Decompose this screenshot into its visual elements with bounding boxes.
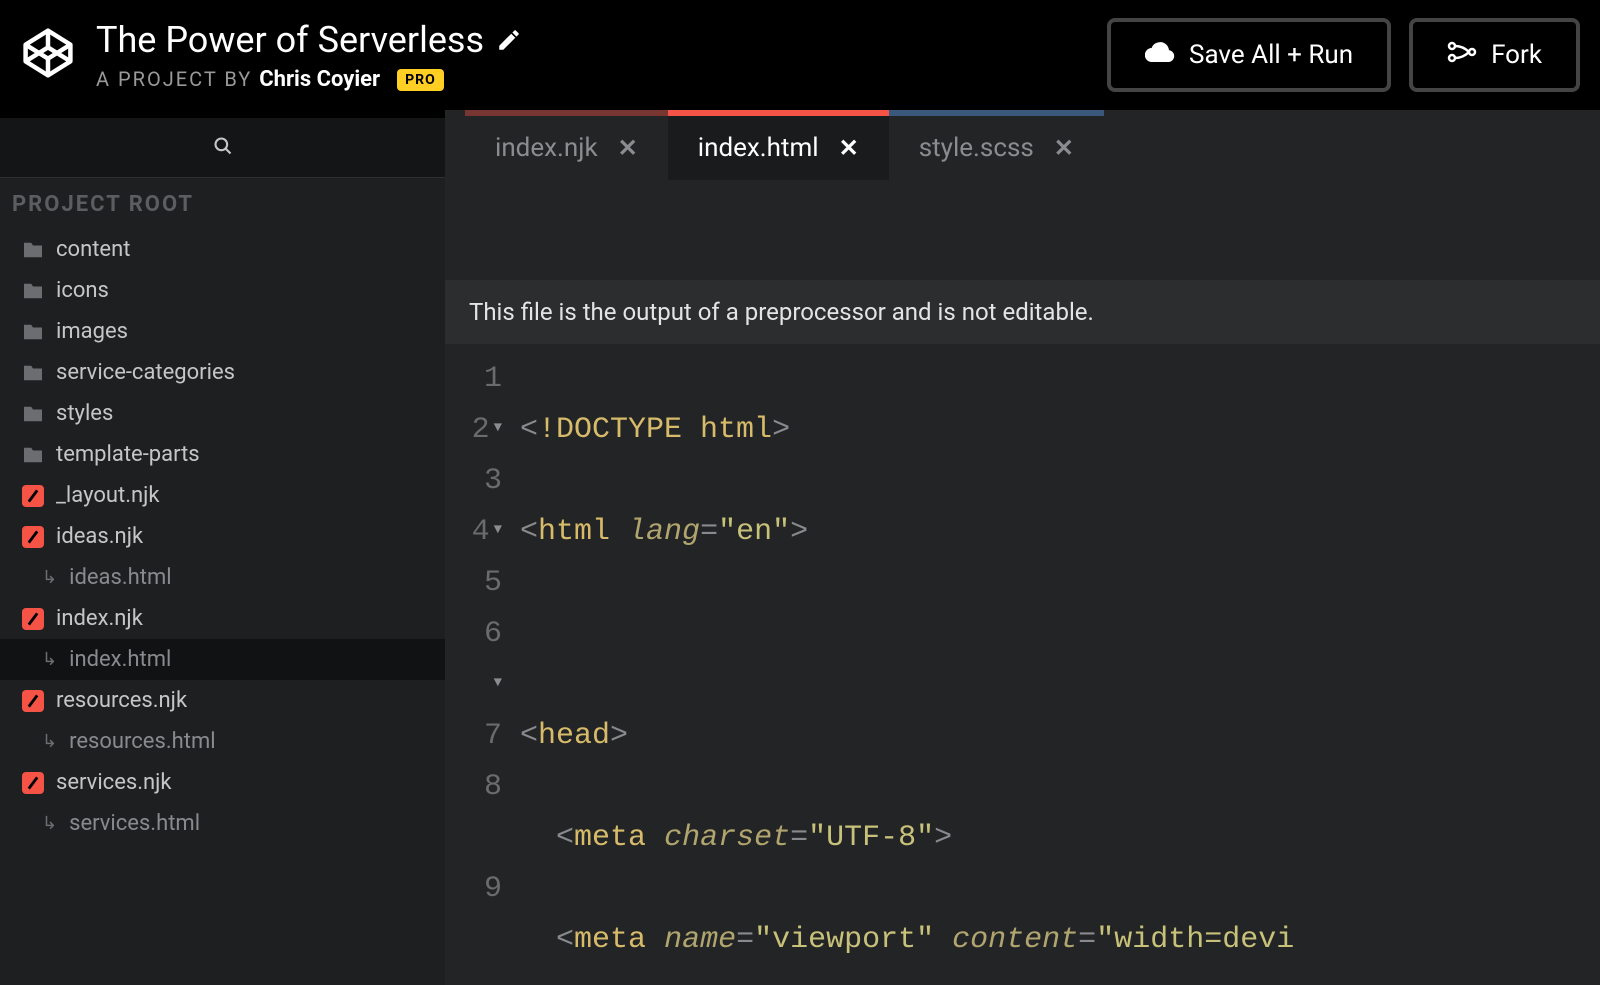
output-arrow-icon: ↳ bbox=[42, 813, 57, 834]
author-link[interactable]: Chris Coyier bbox=[259, 67, 380, 92]
sidebar-search[interactable] bbox=[0, 118, 445, 178]
fold-chevron-icon[interactable]: ▼ bbox=[494, 675, 502, 691]
file-item[interactable]: ideas.njk bbox=[0, 516, 445, 557]
tree-item-label: ideas.njk bbox=[56, 524, 143, 549]
line-number: 4▼ bbox=[445, 507, 502, 558]
output-arrow-icon: ↳ bbox=[42, 567, 57, 588]
nunjucks-file-icon bbox=[22, 772, 44, 794]
code-lines: <<!DOCTYPE html>!DOCTYPE html> <html lan… bbox=[520, 354, 1600, 985]
folder-icon bbox=[22, 405, 44, 423]
editor: index.njk ✕ index.html ✕ style.scss ✕ This fi… bbox=[445, 110, 1600, 985]
tab-label: index.html bbox=[698, 133, 819, 163]
line-number bbox=[445, 915, 502, 966]
nunjucks-file-icon bbox=[22, 485, 44, 507]
save-run-label: Save All + Run bbox=[1189, 40, 1353, 70]
fold-chevron-icon[interactable]: ▼ bbox=[494, 420, 502, 436]
app-header: The Power of Serverless A PROJECT BY Chr… bbox=[0, 0, 1600, 110]
fork-label: Fork bbox=[1491, 40, 1542, 70]
folder-icon bbox=[22, 241, 44, 259]
tree-item-label: service-categories bbox=[56, 360, 235, 385]
folder-item[interactable]: images bbox=[0, 311, 445, 352]
file-tree: content icons images service-categories styl… bbox=[0, 229, 445, 844]
file-item[interactable]: _layout.njk bbox=[0, 475, 445, 516]
folder-item[interactable]: template-parts bbox=[0, 434, 445, 475]
line-number: 6 bbox=[445, 609, 502, 660]
folder-icon bbox=[22, 323, 44, 341]
folder-item[interactable]: icons bbox=[0, 270, 445, 311]
output-file-item[interactable]: ↳ ideas.html bbox=[0, 557, 445, 598]
folder-icon bbox=[22, 446, 44, 464]
tree-item-label: resources.html bbox=[69, 729, 216, 754]
edit-title-icon[interactable] bbox=[496, 27, 522, 53]
readonly-notice: This file is the output of a preprocesso… bbox=[445, 280, 1600, 344]
output-arrow-icon: ↳ bbox=[42, 731, 57, 752]
fork-button[interactable]: Fork bbox=[1409, 18, 1580, 92]
header-actions: Save All + Run Fork bbox=[1107, 18, 1580, 92]
line-number: 1 bbox=[445, 354, 502, 405]
file-item[interactable]: resources.njk bbox=[0, 680, 445, 721]
line-number: 2▼ bbox=[445, 405, 502, 456]
fork-icon bbox=[1447, 40, 1477, 70]
line-number: 5 bbox=[445, 558, 502, 609]
output-file-item[interactable]: ↳ resources.html bbox=[0, 721, 445, 762]
tree-item-label: ideas.html bbox=[69, 565, 172, 590]
search-icon bbox=[213, 136, 233, 160]
project-root-label: PROJECT ROOT bbox=[0, 178, 445, 229]
codepen-logo-icon bbox=[20, 25, 76, 85]
project-title: The Power of Serverless bbox=[96, 19, 1107, 61]
line-number: 8 bbox=[445, 762, 502, 813]
close-tab-icon[interactable]: ✕ bbox=[618, 134, 638, 162]
editor-tab[interactable]: style.scss ✕ bbox=[889, 110, 1104, 180]
folder-item[interactable]: content bbox=[0, 229, 445, 270]
output-file-item[interactable]: ↳ services.html bbox=[0, 803, 445, 844]
tree-item-label: content bbox=[56, 237, 130, 262]
tree-item-label: images bbox=[56, 319, 128, 344]
tree-item-label: services.njk bbox=[56, 770, 172, 795]
output-file-item[interactable]: ↳ index.html bbox=[0, 639, 445, 680]
nunjucks-file-icon bbox=[22, 608, 44, 630]
sidebar: PROJECT ROOT content icons images service-c… bbox=[0, 110, 445, 985]
line-number: ▼ bbox=[445, 660, 502, 711]
save-run-button[interactable]: Save All + Run bbox=[1107, 18, 1391, 92]
editor-tabs: index.njk ✕ index.html ✕ style.scss ✕ bbox=[445, 110, 1600, 180]
tree-item-label: index.html bbox=[69, 647, 171, 672]
editor-tab[interactable]: index.njk ✕ bbox=[465, 110, 668, 180]
line-number: 3 bbox=[445, 456, 502, 507]
line-number bbox=[445, 813, 502, 864]
project-title-text: The Power of Serverless bbox=[96, 19, 484, 61]
tree-item-label: styles bbox=[56, 401, 113, 426]
close-tab-icon[interactable]: ✕ bbox=[1054, 134, 1074, 162]
folder-item[interactable]: styles bbox=[0, 393, 445, 434]
file-item[interactable]: services.njk bbox=[0, 762, 445, 803]
tabs-spacer bbox=[445, 110, 465, 180]
line-number: 7 bbox=[445, 711, 502, 762]
tab-label: index.njk bbox=[495, 133, 598, 163]
tree-item-label: icons bbox=[56, 278, 109, 303]
nunjucks-file-icon bbox=[22, 526, 44, 548]
main: PROJECT ROOT content icons images service-c… bbox=[0, 110, 1600, 985]
folder-icon bbox=[22, 282, 44, 300]
close-tab-icon[interactable]: ✕ bbox=[839, 134, 859, 162]
tree-item-label: template-parts bbox=[56, 442, 200, 467]
tree-item-label: index.njk bbox=[56, 606, 143, 631]
fold-chevron-icon[interactable]: ▼ bbox=[494, 522, 502, 538]
editor-tab[interactable]: index.html ✕ bbox=[668, 110, 889, 180]
title-block: The Power of Serverless A PROJECT BY Chr… bbox=[96, 19, 1107, 92]
folder-icon bbox=[22, 364, 44, 382]
folder-item[interactable]: service-categories bbox=[0, 352, 445, 393]
byline-prefix: A PROJECT BY bbox=[96, 67, 252, 91]
tab-label: style.scss bbox=[919, 133, 1034, 163]
project-byline: A PROJECT BY Chris Coyier PRO bbox=[96, 67, 1107, 92]
cloud-icon bbox=[1145, 40, 1175, 70]
file-item[interactable]: index.njk bbox=[0, 598, 445, 639]
code-view: 12▼34▼56 ▼ 78 9 <<!DOCTYPE html>!DOCTYPE ht… bbox=[445, 344, 1600, 985]
line-gutter: 12▼34▼56 ▼ 78 9 bbox=[445, 354, 520, 985]
tree-item-label: services.html bbox=[69, 811, 200, 836]
line-number: 9 bbox=[445, 864, 502, 915]
pro-badge: PRO bbox=[397, 69, 444, 91]
tree-item-label: resources.njk bbox=[56, 688, 187, 713]
tree-item-label: _layout.njk bbox=[56, 483, 160, 508]
nunjucks-file-icon bbox=[22, 690, 44, 712]
output-arrow-icon: ↳ bbox=[42, 649, 57, 670]
